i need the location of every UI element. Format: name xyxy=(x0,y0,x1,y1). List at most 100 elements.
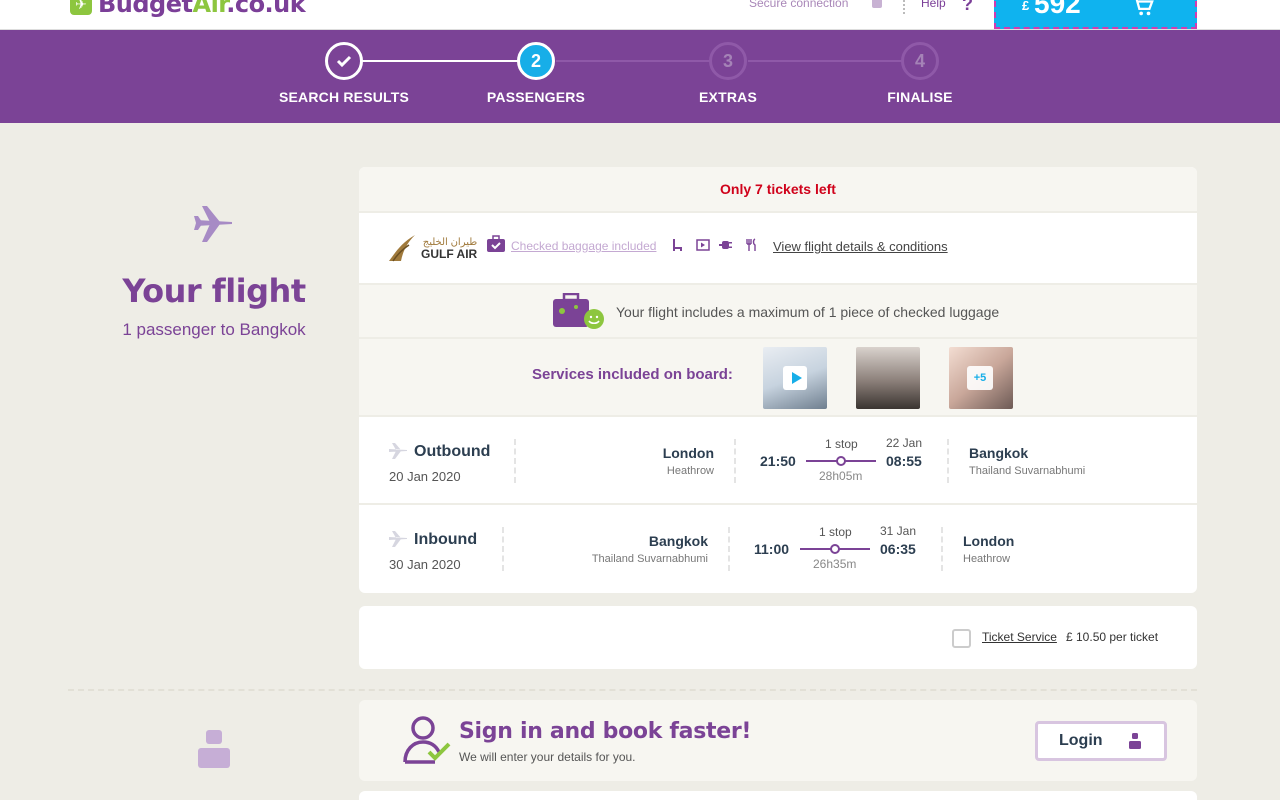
entertainment-icon xyxy=(696,239,710,251)
flight-duration: 26h35m xyxy=(813,557,857,571)
secure-connection-label: Secure connection xyxy=(749,0,849,10)
airplane-icon xyxy=(389,531,407,547)
help-icon[interactable]: ? xyxy=(962,0,973,15)
step-label: EXTRAS xyxy=(699,89,757,105)
arrival-time: 06:35 xyxy=(880,541,916,557)
stop-marker xyxy=(830,544,840,554)
check-icon xyxy=(325,42,363,80)
stop-marker xyxy=(836,456,846,466)
step-label: FINALISE xyxy=(887,89,953,105)
top-header: ✈ BudgetAir.co.uk Secure connection Help… xyxy=(0,0,1280,30)
step-extras: 3 EXTRAS xyxy=(653,42,803,105)
tickets-left-notice: Only 7 tickets left xyxy=(359,167,1197,213)
price-amount: 592 xyxy=(1034,0,1081,19)
leg-direction: Inbound xyxy=(414,531,478,548)
divider xyxy=(941,527,943,571)
checked-bag-icon xyxy=(487,235,505,252)
service-photo-more[interactable]: +5 xyxy=(949,347,1013,409)
step-passengers: 2 PASSENGERS xyxy=(461,42,611,105)
login-button[interactable]: Login xyxy=(1035,721,1167,761)
section-subtitle: 1 passenger to Bangkok xyxy=(122,320,306,339)
divider xyxy=(728,527,730,571)
ticket-service-card: Ticket Service £ 10.50 per ticket xyxy=(359,606,1197,669)
logo-text: BudgetAir.co.uk xyxy=(98,0,306,18)
ticket-service-link[interactable]: Ticket Service xyxy=(982,630,1057,644)
arrival-airport: Thailand Suvarnabhumi xyxy=(969,465,1086,477)
next-card xyxy=(359,791,1197,800)
help-link[interactable]: Help xyxy=(921,0,946,10)
flight-card: Only 7 tickets left طيران الخليج GULF AI… xyxy=(359,167,1197,593)
services-label: Services included on board: xyxy=(532,366,733,383)
service-photo-video[interactable] xyxy=(763,347,827,409)
departure-city: Bangkok xyxy=(648,533,708,549)
luggage-row: Your flight includes a maximum of 1 piec… xyxy=(359,285,1197,339)
signin-card: Sign in and book faster! We will enter y… xyxy=(359,700,1197,781)
signin-title: Sign in and book faster! xyxy=(459,719,752,744)
arrival-time: 08:55 xyxy=(886,453,922,469)
departure-airport: Thailand Suvarnabhumi xyxy=(591,553,708,565)
user-check-icon xyxy=(403,716,451,764)
leg-date: 30 Jan 2020 xyxy=(389,557,461,572)
flight-details-link[interactable]: View flight details & conditions xyxy=(773,239,948,254)
divider xyxy=(502,527,504,571)
arrival-city: London xyxy=(963,533,1015,549)
arrival-date: 31 Jan xyxy=(880,524,917,538)
stops-count: 1 stop xyxy=(825,437,858,451)
divider xyxy=(514,439,516,483)
user-icon xyxy=(1129,733,1141,749)
arrival-date: 22 Jan xyxy=(886,436,923,450)
booking-steps: SEARCH RESULTS 2 PASSENGERS 3 EXTRAS 4 F… xyxy=(0,30,1280,123)
service-photo-cabin[interactable] xyxy=(856,347,920,409)
departure-time: 21:50 xyxy=(760,453,796,469)
step-number: 4 xyxy=(901,42,939,80)
cart-icon xyxy=(1135,0,1154,16)
signin-subtitle: We will enter your details for you. xyxy=(459,750,636,764)
airline-arabic-name: طيران الخليج xyxy=(422,236,478,248)
plane-logo-icon: ✈ xyxy=(70,0,92,15)
section-divider xyxy=(68,689,1197,691)
leg-direction: Outbound xyxy=(414,443,491,460)
divider xyxy=(947,439,949,483)
section-title: Your flight xyxy=(122,272,306,310)
step-finalise: 4 FINALISE xyxy=(845,42,995,105)
person-icon xyxy=(198,730,230,768)
stops-count: 1 stop xyxy=(819,525,852,539)
login-label: Login xyxy=(1059,732,1103,749)
leg-date: 20 Jan 2020 xyxy=(389,469,461,484)
step-label: SEARCH RESULTS xyxy=(278,89,410,105)
divider xyxy=(734,439,736,483)
happy-luggage-icon xyxy=(553,293,604,329)
meal-icon xyxy=(746,238,756,251)
flight-duration: 28h05m xyxy=(819,469,863,483)
checked-baggage-link[interactable]: Checked baggage included xyxy=(511,239,656,253)
divider xyxy=(903,0,905,14)
luggage-allowance-text: Your flight includes a maximum of 1 piec… xyxy=(616,304,1000,320)
site-logo[interactable]: ✈ BudgetAir.co.uk xyxy=(70,0,306,18)
flight-leg-inbound: Inbound 30 Jan 2020 Bangkok Thailand Suv… xyxy=(359,505,1197,593)
play-icon xyxy=(783,366,807,390)
more-photos-badge: +5 xyxy=(967,366,993,390)
flight-leg-outbound: Outbound 20 Jan 2020 London Heathrow 21:… xyxy=(359,417,1197,505)
falcon-icon xyxy=(389,235,415,262)
step-number: 2 xyxy=(517,42,555,80)
ticket-service-price: £ 10.50 per ticket xyxy=(1066,630,1159,644)
airplane-icon xyxy=(194,206,232,242)
step-search-results[interactable]: SEARCH RESULTS xyxy=(269,42,419,105)
airplane-icon xyxy=(389,443,407,459)
step-label: PASSENGERS xyxy=(486,89,586,105)
lock-icon xyxy=(872,0,882,8)
airline-name: GULF AIR xyxy=(421,246,478,261)
airline-logo: طيران الخليج GULF AIR xyxy=(387,233,477,263)
arrival-city: Bangkok xyxy=(969,445,1029,461)
seat-icon xyxy=(673,239,682,251)
step-number: 3 xyxy=(709,42,747,80)
basket-price-button[interactable]: £ 592 xyxy=(994,0,1197,29)
departure-airport: Heathrow xyxy=(666,465,714,477)
power-plug-icon xyxy=(719,241,732,249)
ticket-service-checkbox[interactable] xyxy=(952,629,971,648)
arrival-airport: Heathrow xyxy=(963,553,1011,565)
services-row: Services included on board: +5 xyxy=(359,339,1197,417)
departure-city: London xyxy=(662,445,714,461)
airline-row: طيران الخليج GULF AIR Checked baggage in… xyxy=(359,213,1197,285)
departure-time: 11:00 xyxy=(754,541,790,557)
